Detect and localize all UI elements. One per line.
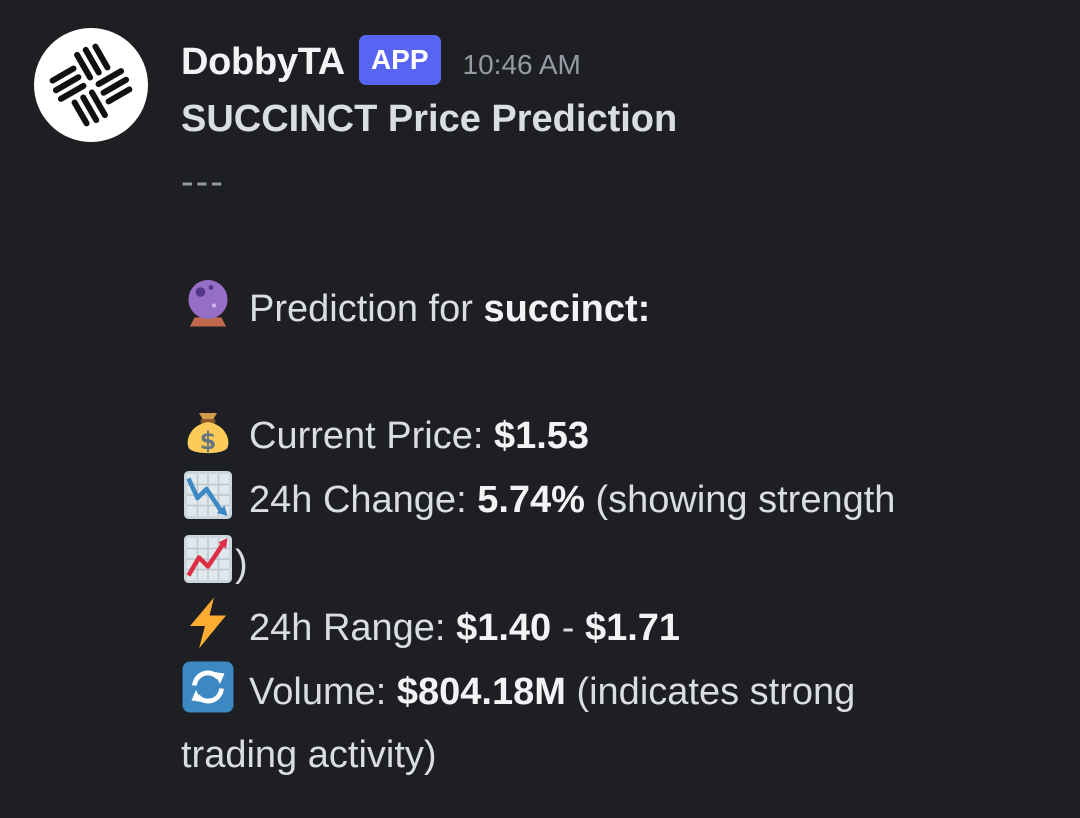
current-price-label: Current Price: — [249, 415, 494, 457]
change-trail: ) — [235, 543, 248, 585]
money-bag-icon: $ — [187, 413, 229, 455]
volume-line: Volume: $804.18M (indicates strong tradi… — [181, 660, 981, 787]
chart-decreasing-icon — [184, 471, 232, 519]
message-content: DobbyTA APP 10:46 AM SUCCINCT Price Pred… — [181, 30, 1061, 787]
range-label: 24h Range: — [249, 607, 457, 649]
message-header: DobbyTA APP 10:46 AM — [181, 30, 1061, 94]
change-value: 5.74% — [477, 479, 585, 521]
prediction-value: succinct: — [483, 288, 651, 330]
current-price-line: $ Current Price: $1.53 — [181, 404, 1061, 468]
timestamp[interactable]: 10:46 AM — [463, 49, 581, 81]
author-name[interactable]: DobbyTA — [181, 41, 345, 84]
change-line-cont: ) — [181, 532, 1061, 596]
current-price-value: $1.53 — [493, 415, 590, 457]
separator: --- — [181, 161, 225, 203]
change-line: 24h Change: 5.74% (showing strength — [181, 468, 1061, 532]
range-high: $1.71 — [584, 607, 681, 649]
message-title: SUCCINCT Price Prediction — [181, 98, 678, 140]
message-body: SUCCINCT Price Prediction --- Prediction… — [181, 88, 1061, 787]
chart-increasing-icon — [184, 535, 232, 583]
volume-value: $804.18M — [396, 671, 566, 713]
chat-message: DobbyTA APP 10:46 AM SUCCINCT Price Pred… — [0, 0, 1080, 818]
app-badge: APP — [358, 35, 441, 85]
crystal-ball-icon — [188, 280, 228, 327]
prediction-label: Prediction for — [249, 288, 484, 330]
change-suffix: (showing strength — [584, 479, 896, 521]
lightning-icon — [190, 597, 226, 649]
range-line: 24h Range: $1.40 - $1.71 — [181, 596, 1061, 660]
range-low: $1.40 — [456, 607, 552, 649]
dobby-logo-icon — [49, 43, 133, 127]
change-label: 24h Change: — [249, 479, 478, 521]
refresh-arrows-icon — [182, 661, 234, 713]
volume-label: Volume: — [249, 671, 397, 713]
svg-text:$: $ — [200, 427, 217, 455]
prediction-line: Prediction for succinct: — [181, 277, 1061, 341]
avatar[interactable] — [34, 28, 148, 142]
range-dash: - — [551, 607, 585, 649]
